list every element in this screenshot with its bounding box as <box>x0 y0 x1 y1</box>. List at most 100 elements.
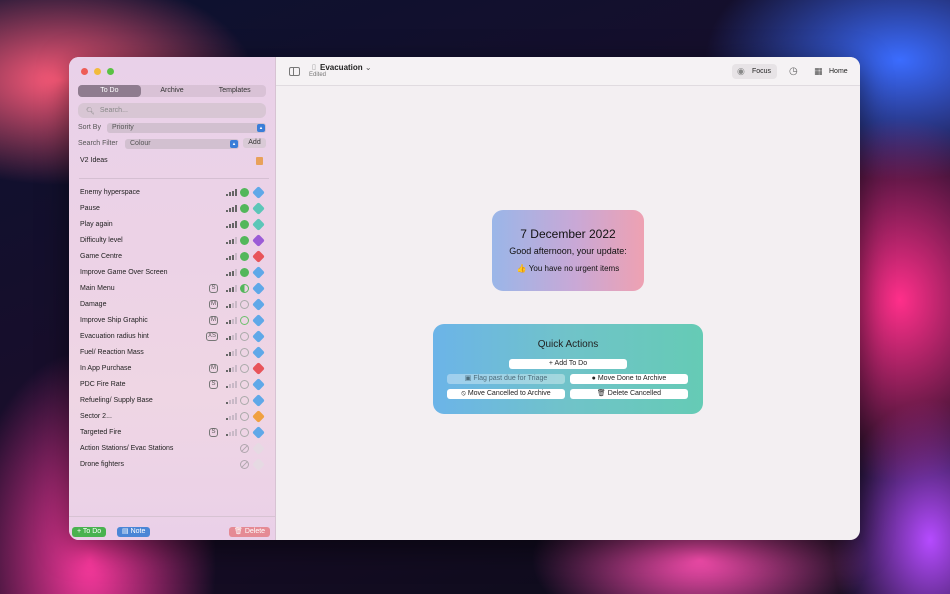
focus-button[interactable]: ◉ Focus <box>732 64 778 79</box>
size-badge: M <box>209 300 218 309</box>
zoom-window-button[interactable] <box>107 68 114 75</box>
status-circle-icon[interactable] <box>240 396 249 405</box>
status-circle-icon[interactable] <box>240 236 249 245</box>
tag-icon <box>252 426 265 439</box>
todo-row[interactable]: In App Purchase M <box>69 361 276 377</box>
close-window-button[interactable] <box>81 68 88 75</box>
delete-button[interactable]: 🗑︎ Delete <box>229 527 271 537</box>
status-circle-icon[interactable] <box>240 380 249 389</box>
todo-row[interactable]: Enemy hyperspace <box>69 185 276 201</box>
status-circle-icon[interactable] <box>240 268 249 277</box>
status-circle-icon[interactable] <box>240 444 249 453</box>
todo-row[interactable]: Refueling/ Supply Base <box>69 393 276 409</box>
status-circle-icon[interactable] <box>240 428 249 437</box>
quick-actions-title: Quick Actions <box>537 339 599 350</box>
tab-archive[interactable]: Archive <box>141 85 204 97</box>
todo-row[interactable]: Difficulty level <box>69 233 276 249</box>
status-circle-icon[interactable] <box>240 284 249 293</box>
todo-row[interactable]: Game Centre <box>69 249 276 265</box>
todo-title: Difficulty level <box>80 237 123 244</box>
group-label[interactable]: V2 Ideas <box>80 157 108 164</box>
move-done-label: Move Done to Archive <box>597 375 667 382</box>
priority-bars-icon <box>226 221 237 228</box>
todo-row[interactable]: Drone fighters <box>69 457 276 473</box>
search-placeholder: Search... <box>99 107 128 114</box>
todo-title: In App Purchase <box>80 365 132 372</box>
status-circle-icon[interactable] <box>240 188 249 197</box>
divider <box>79 178 269 179</box>
note-icon[interactable] <box>256 157 263 165</box>
document-title[interactable]: Evacuation ⌄ <box>320 63 372 72</box>
priority-bars-icon <box>226 269 237 276</box>
history-icon[interactable]: ◷ <box>789 66 798 77</box>
sort-by-select[interactable]: Priority ▴ <box>107 123 266 133</box>
todo-row[interactable]: Sector 2... <box>69 409 276 425</box>
todo-row[interactable]: Fuel/ Reaction Mass <box>69 345 276 361</box>
status-circle-icon[interactable] <box>240 204 249 213</box>
add-todo-button[interactable]: + To Do <box>72 527 107 537</box>
tab-templates[interactable]: Templates <box>203 85 266 97</box>
summary-urgent-status: 👍 You have no urgent items <box>516 264 620 273</box>
newspaper-icon: ▦ <box>814 66 823 76</box>
status-circle-icon[interactable] <box>240 332 249 341</box>
add-filter-button[interactable]: Add <box>243 138 266 148</box>
status-circle-icon[interactable] <box>240 460 249 469</box>
status-circle-icon[interactable] <box>240 220 249 229</box>
size-badge: M <box>209 316 218 325</box>
search-filter-select[interactable]: Colour ▴ <box>125 139 239 149</box>
add-todo-action-button[interactable]: + Add To Do <box>509 359 627 369</box>
priority-bars-icon <box>226 381 237 388</box>
todo-row[interactable]: Action Stations/ Evac Stations <box>69 441 276 457</box>
todo-row[interactable]: Evacuation radius hint XS <box>69 329 276 345</box>
todo-title: Evacuation radius hint <box>80 333 149 340</box>
sidebar-toggle-icon[interactable] <box>289 67 300 76</box>
search-input[interactable]: 🔍︎ Search... <box>78 103 266 118</box>
tag-icon <box>252 282 265 295</box>
home-button[interactable]: ▦ Home <box>809 64 854 79</box>
priority-bars-icon <box>226 301 237 308</box>
delete-cancelled-button[interactable]: 🗑︎ Delete Cancelled <box>570 389 688 399</box>
sort-by-label: Sort By <box>78 124 101 131</box>
status-circle-icon[interactable] <box>240 364 249 373</box>
todo-row[interactable]: Main Menu S <box>69 281 276 297</box>
summary-greeting: Good afternoon, your update: <box>509 246 627 256</box>
trash-icon: 🗑︎ <box>234 528 245 535</box>
priority-bars-icon <box>226 317 237 324</box>
todo-row[interactable]: Damage M <box>69 297 276 313</box>
status-circle-icon[interactable] <box>240 252 249 261</box>
todo-title: PDC Fire Rate <box>80 381 126 388</box>
todo-row[interactable]: Play again <box>69 217 276 233</box>
view-tabs: To Do Archive Templates <box>78 85 266 97</box>
tag-icon <box>252 362 265 375</box>
move-cancelled-button[interactable]: ⦸ Move Cancelled to Archive <box>447 389 565 399</box>
status-circle-icon[interactable] <box>240 348 249 357</box>
todo-row[interactable]: PDC Fire Rate S <box>69 377 276 393</box>
minimize-window-button[interactable] <box>94 68 101 75</box>
todo-row[interactable]: Targeted Fire S <box>69 425 276 441</box>
sort-by-value: Priority <box>112 124 134 131</box>
priority-bars-icon <box>226 253 237 260</box>
note-icon: ▤ <box>122 528 131 535</box>
tag-icon <box>252 250 265 263</box>
todo-title: Improve Ship Graphic <box>80 317 148 324</box>
todo-row[interactable]: Improve Ship Graphic M <box>69 313 276 329</box>
add-note-button[interactable]: ▤ Note <box>117 527 151 537</box>
priority-bars-icon <box>226 285 237 292</box>
tab-todo[interactable]: To Do <box>78 85 141 97</box>
todo-title: Enemy hyperspace <box>80 189 140 196</box>
summary-card: 7 December 2022 Good afternoon, your upd… <box>492 210 644 291</box>
move-done-button[interactable]: ● Move Done to Archive <box>570 374 688 384</box>
status-circle-icon[interactable] <box>240 300 249 309</box>
todo-row[interactable]: Improve Game Over Screen <box>69 265 276 281</box>
status-circle-icon[interactable] <box>240 412 249 421</box>
size-badge: S <box>209 284 218 293</box>
status-circle-icon[interactable] <box>240 316 249 325</box>
toolbar: ▯ Evacuation ⌄ Edited ◉ Focus ◷ ▦ Home <box>276 57 860 86</box>
flag-past-due-label: Flag past due for Triage <box>473 375 548 382</box>
move-cancelled-label: Move Cancelled to Archive <box>467 390 551 397</box>
todo-row[interactable]: Pause <box>69 201 276 217</box>
home-label: Home <box>829 68 848 75</box>
chevron-down-icon[interactable]: ⌄ <box>365 63 372 72</box>
priority-bars-icon <box>226 413 237 420</box>
tag-icon <box>252 346 265 359</box>
